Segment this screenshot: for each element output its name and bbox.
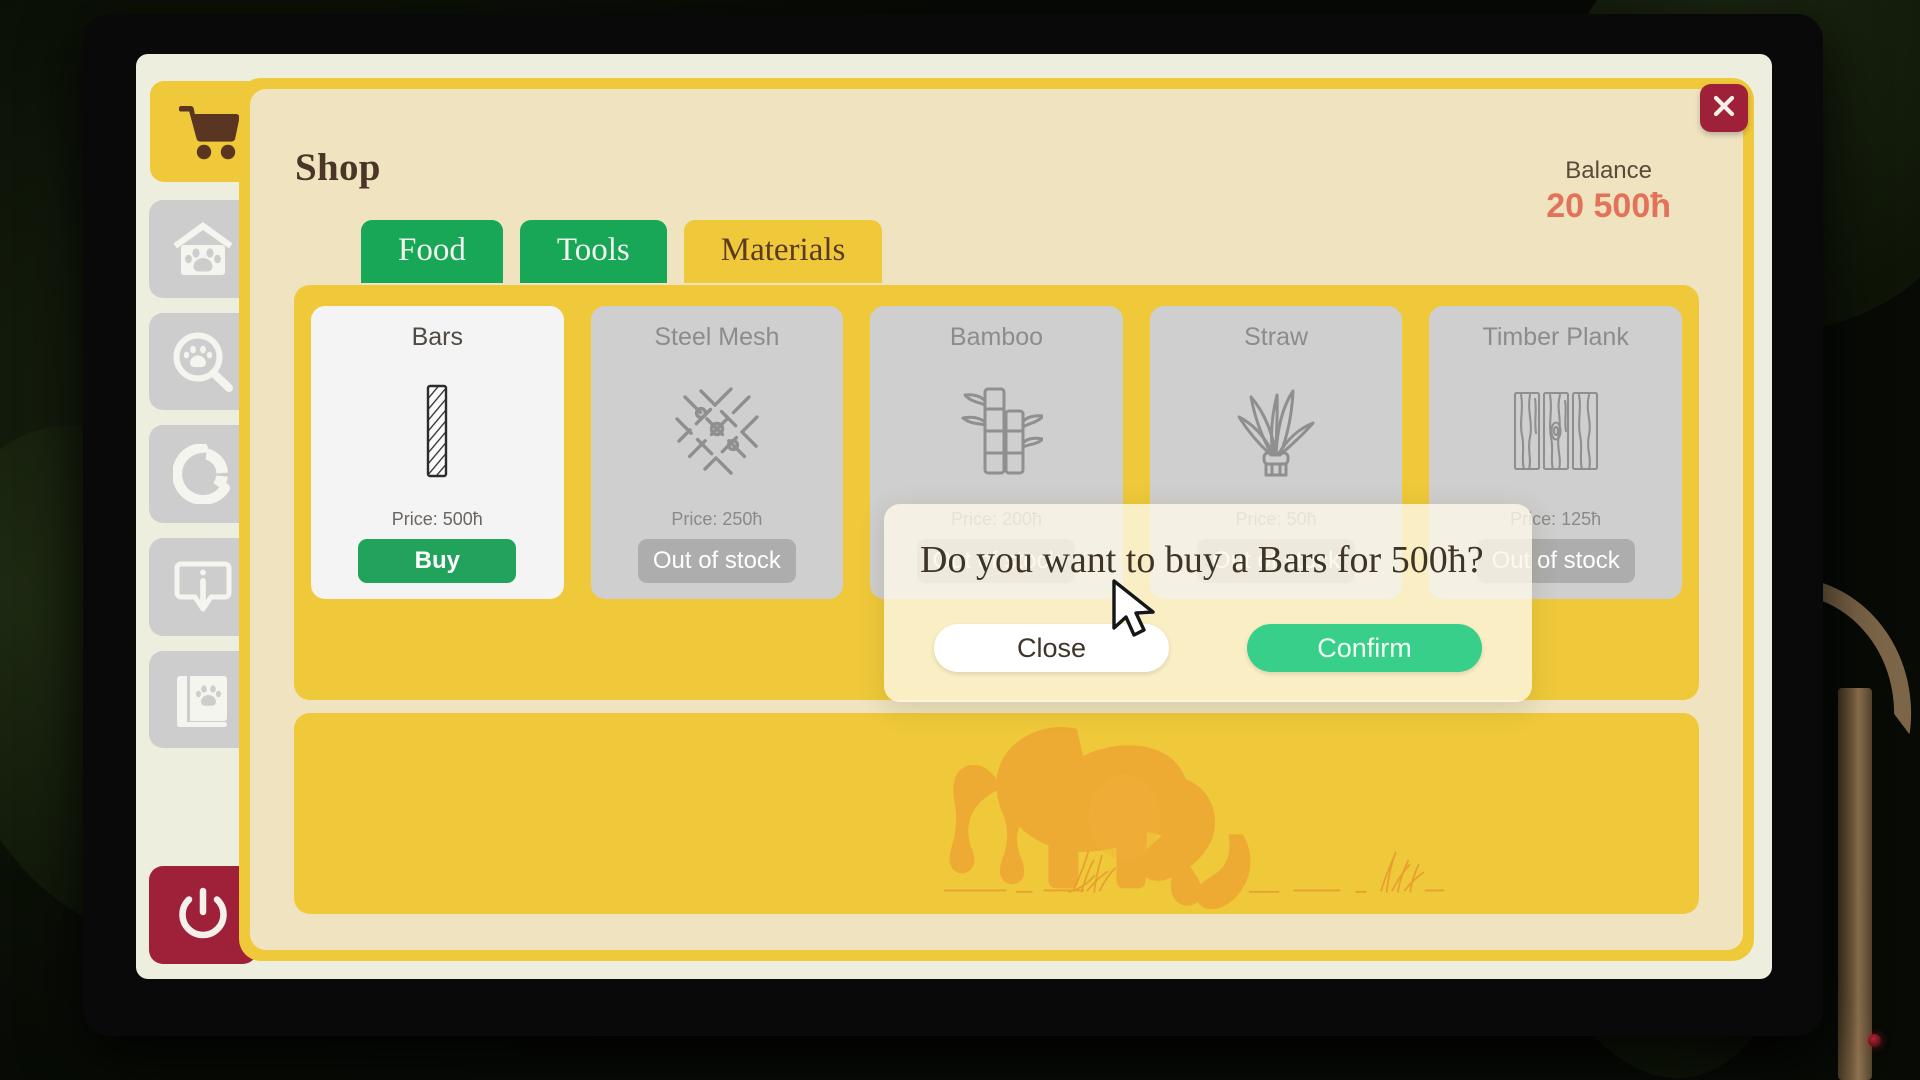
straw-icon [1233, 352, 1319, 509]
shop-content: Shop Balance 20 500ħ Food Tools Material… [250, 89, 1743, 950]
page-title: Shop [295, 146, 381, 189]
shopping-cart-icon [179, 103, 241, 161]
close-window-button[interactable] [1700, 84, 1748, 132]
power-led-indicator [1868, 1034, 1881, 1047]
item-name: Timber Plank [1482, 323, 1629, 351]
bamboo-stalk-decor [1838, 688, 1872, 1080]
dialog-message: Do you want to buy a Bars for 500ħ? [920, 539, 1484, 581]
item-card-steel-mesh[interactable]: Steel Mesh Price: 250ħ Out of stock [590, 306, 844, 599]
timber-plank-icon [1510, 352, 1602, 509]
scene-artwork [294, 713, 1699, 914]
tab-food[interactable]: Food [361, 220, 503, 284]
item-card-bars[interactable]: Bars Price: 500ħ Buy [311, 306, 564, 599]
elephant-silhouette [943, 727, 1445, 910]
purchase-confirm-dialog: Do you want to buy a Bars for 500ħ? Clos… [884, 504, 1532, 703]
power-icon [175, 886, 231, 944]
steel-mesh-icon [671, 352, 763, 509]
balance-label: Balance [1565, 157, 1652, 184]
dialog-actions: Close Confirm [920, 624, 1496, 673]
pet-house-icon [172, 220, 234, 278]
shop-panel: Shop Balance 20 500ħ Food Tools Material… [239, 78, 1754, 961]
confirm-purchase-button[interactable]: Confirm [1247, 624, 1482, 673]
game-screen: Shop Balance 20 500ħ Food Tools Material… [136, 54, 1772, 979]
balance-display: Balance 20 500ħ [1546, 157, 1671, 226]
metal-bar-icon [422, 352, 452, 509]
balance-value: 20 500ħ [1546, 187, 1671, 225]
tab-tools[interactable]: Tools [519, 220, 667, 284]
item-price: Price: 500ħ [391, 509, 483, 529]
donut-chart-icon [173, 444, 233, 505]
paw-book-icon [174, 671, 232, 729]
shop-category-tabs: Food Tools Materials [361, 220, 883, 284]
item-name: Straw [1244, 323, 1309, 351]
item-price: Price: 250ħ [671, 509, 763, 529]
tab-materials[interactable]: Materials [683, 220, 883, 284]
item-name: Bamboo [949, 323, 1044, 351]
close-icon [1711, 93, 1737, 124]
info-tooltip-icon [173, 558, 233, 616]
item-name: Bars [411, 323, 463, 351]
out-of-stock-badge: Out of stock [637, 539, 796, 583]
paw-search-icon [172, 332, 234, 392]
item-name: Steel Mesh [654, 323, 780, 351]
buy-button[interactable]: Buy [358, 539, 517, 583]
bamboo-icon [949, 352, 1044, 509]
close-dialog-button[interactable]: Close [934, 624, 1169, 673]
